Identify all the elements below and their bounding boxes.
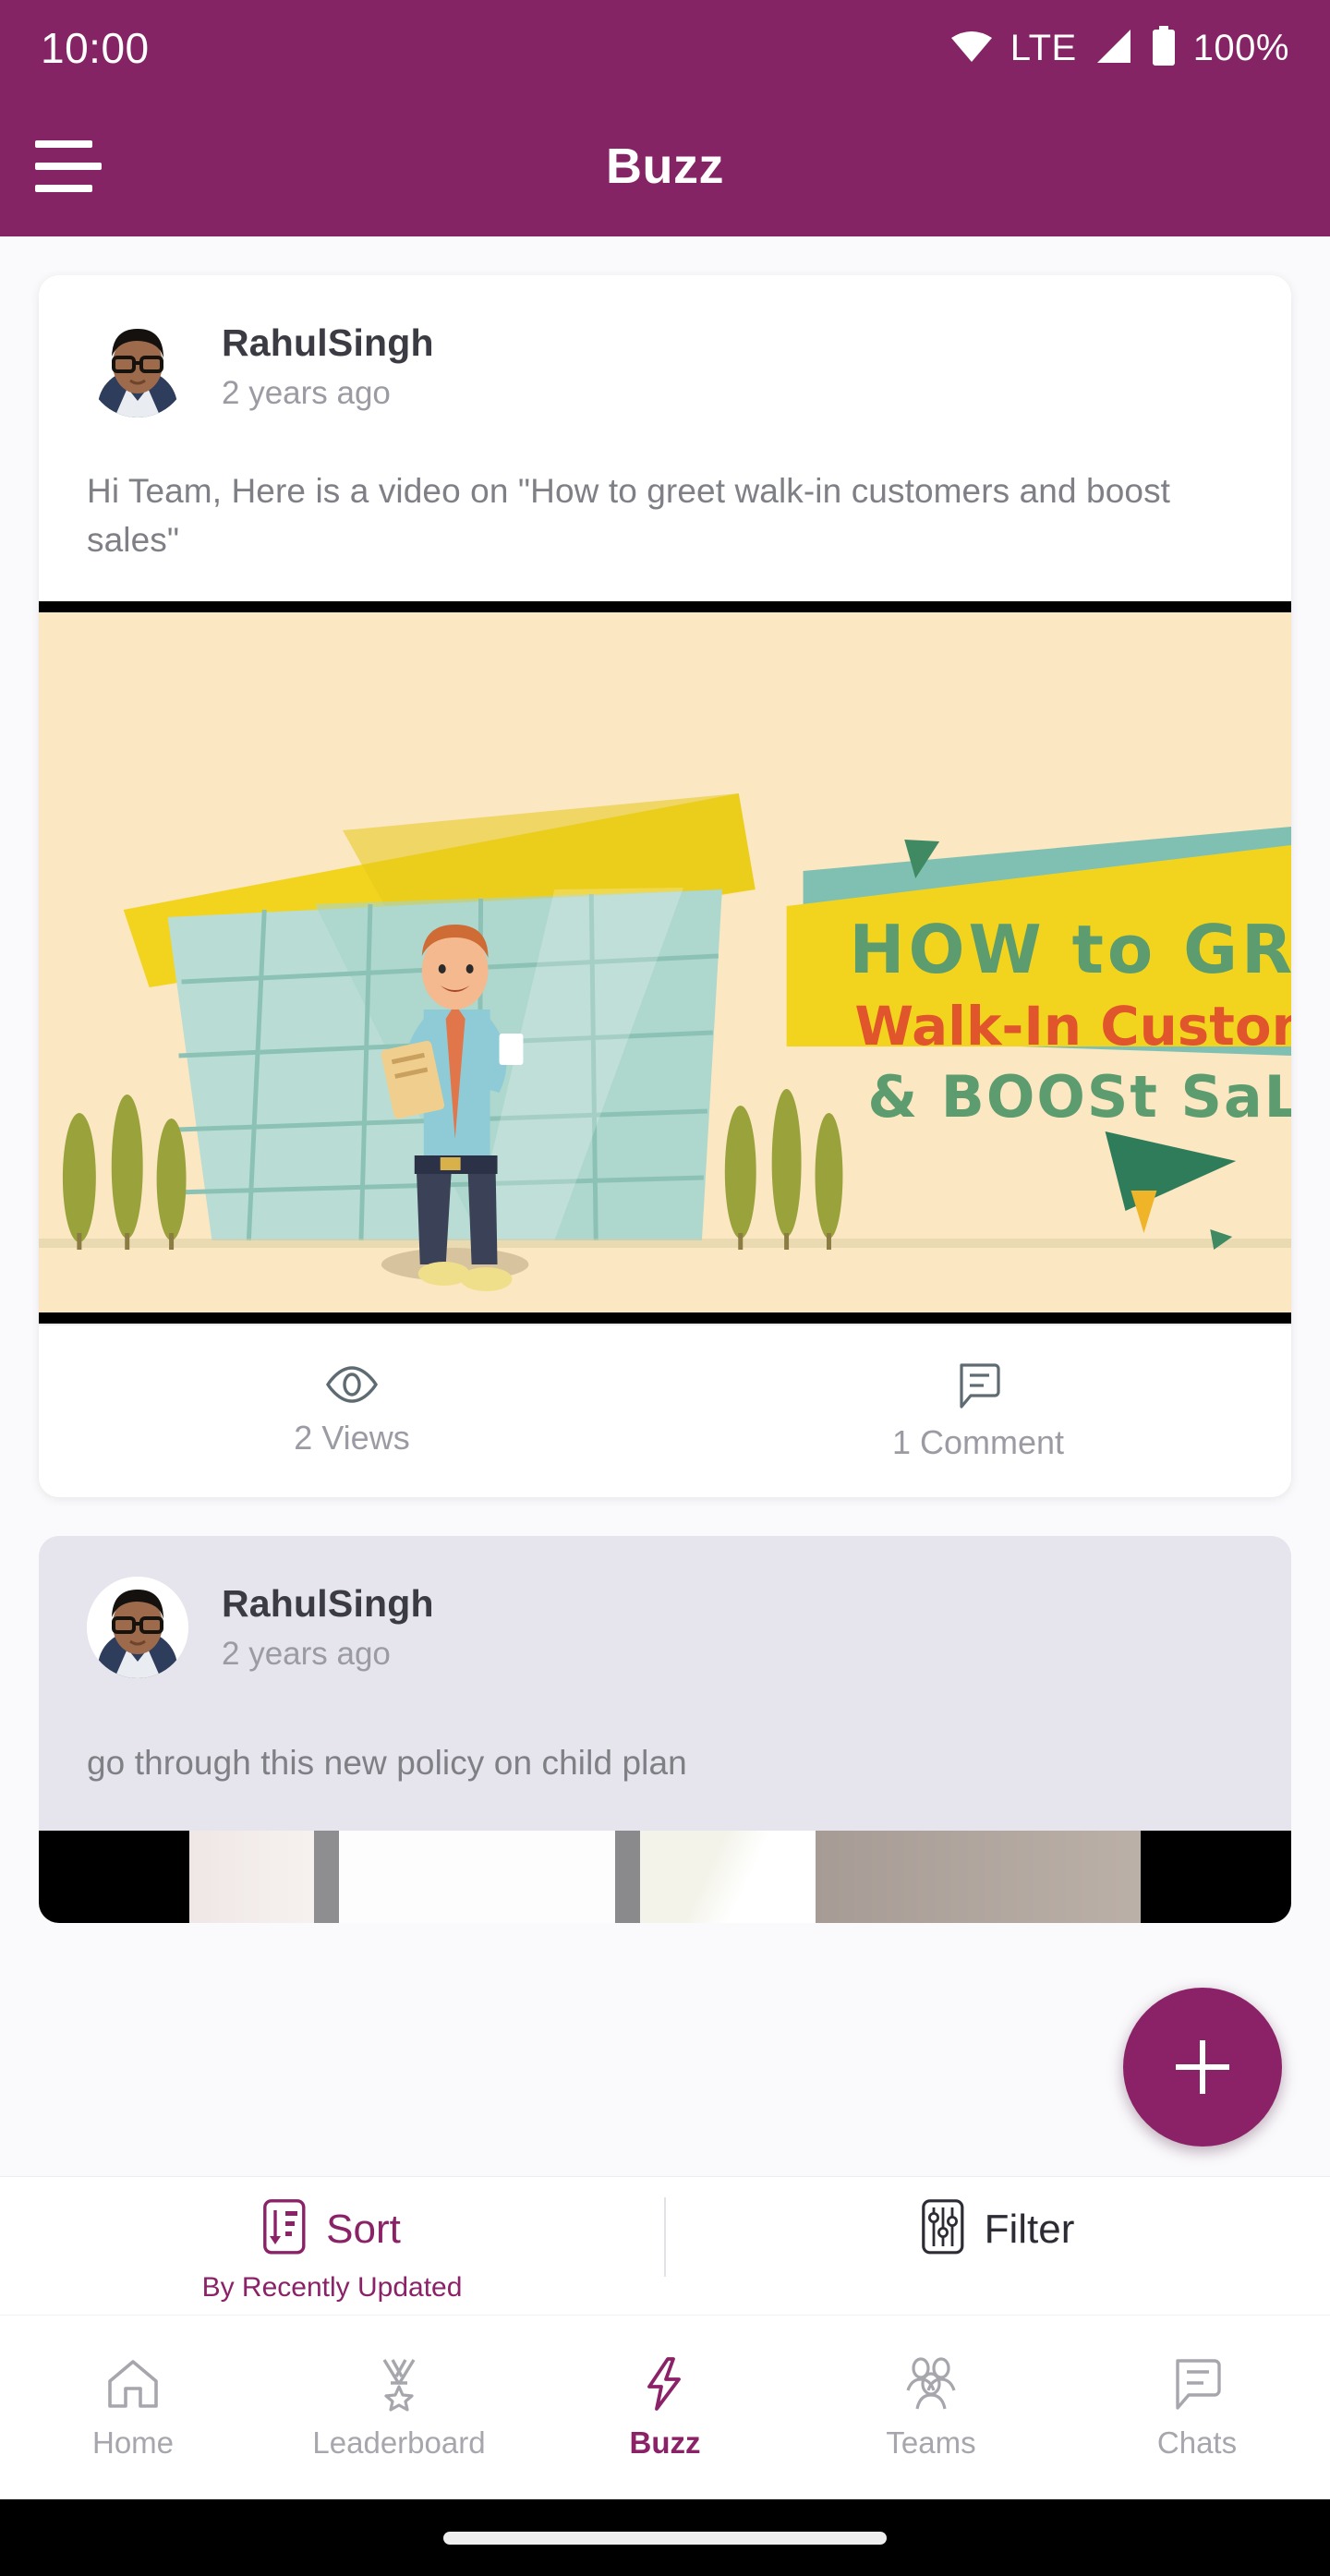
nav-label-buzz: Buzz [629,2425,701,2460]
post-body-text: Hi Team, Here is a video on "How to gree… [87,472,1171,559]
signal-icon [1094,28,1134,69]
sort-row: Sort [263,2199,401,2259]
sort-icon [263,2199,306,2259]
sort-filter-bar: Sort By Recently Updated Filter [0,2176,1330,2315]
battery-percent-label: 100% [1192,27,1289,68]
video-title-line-3: & BOOSt SaLES [867,1064,1291,1131]
video-thumbnail[interactable]: HOW to GREEt Walk-In Customers & BOOSt S… [39,601,1291,1324]
medal-icon [370,2355,428,2413]
nav-label-teams: Teams [886,2425,976,2460]
post-meta: RahulSingh 2 years ago [222,321,434,412]
post-image-preview[interactable] [39,1830,1291,1923]
create-post-fab[interactable] [1123,1988,1282,2147]
battery-icon [1151,25,1177,71]
video-title-line-1: HOW to GREEt [849,911,1291,988]
filter-label: Filter [984,2206,1075,2252]
filter-row: Filter [921,2199,1075,2259]
page-title: Buzz [606,139,724,194]
views-label: 2 Views [294,1419,410,1457]
post-meta: RahulSingh 2 years ago [222,1582,434,1673]
hamburger-menu-icon[interactable] [35,137,102,196]
post-author: RahulSingh [222,1582,434,1626]
video-poster-image: HOW to GREEt Walk-In Customers & BOOSt S… [39,612,1291,1313]
phone-screen: 10:00 LTE 100% Buzz RahulSingh 2 years a… [0,0,1330,2576]
filter-button[interactable]: Filter [666,2177,1330,2259]
status-clock: 10:00 [41,24,150,72]
status-indicators: LTE 100% [949,25,1289,71]
video-letterbox-bottom [39,1312,1291,1324]
post-card[interactable]: RahulSingh 2 years ago Hi Team, Here is … [39,275,1291,1498]
nav-item-leaderboard[interactable]: Leaderboard [266,2316,532,2499]
nav-item-home[interactable]: Home [0,2316,266,2499]
sort-button[interactable]: Sort By Recently Updated [0,2177,664,2304]
post-header: RahulSingh 2 years ago [39,1536,1291,1679]
comment-icon [954,1361,1002,1409]
status-bar: 10:00 LTE 100% [0,0,1330,96]
video-title-line-2: Walk-In Customers [854,995,1291,1058]
wifi-icon [949,29,994,68]
nav-item-chats[interactable]: Chats [1064,2316,1330,2499]
people-icon [902,2355,960,2413]
buzz-feed[interactable]: RahulSingh 2 years ago Hi Team, Here is … [0,236,1330,2176]
nav-item-buzz[interactable]: Buzz [532,2316,798,2499]
avatar[interactable] [87,1577,188,1679]
avatar[interactable] [87,316,188,417]
bottom-navigation: Home Leaderboard Buzz Teams Chats [0,2315,1330,2499]
nav-label-chats: Chats [1156,2425,1238,2460]
post-timestamp: 2 years ago [222,375,391,411]
home-icon [104,2355,162,2413]
post-author: RahulSingh [222,321,434,364]
system-gesture-bar [0,2499,1330,2576]
comments-label: 1 Comment [891,1423,1065,1462]
comments-stat[interactable]: 1 Comment [665,1361,1291,1462]
sort-label: Sort [326,2206,401,2252]
app-bar: Buzz [0,96,1330,236]
nav-item-teams[interactable]: Teams [798,2316,1064,2499]
video-letterbox-top [39,601,1291,613]
eye-icon [325,1365,379,1404]
post-stats-row: 2 Views 1 Comment [39,1324,1291,1498]
views-stat[interactable]: 2 Views [39,1365,665,1457]
post-card[interactable]: RahulSingh 2 years ago go through this n… [39,1536,1291,1923]
nav-label-home: Home [91,2425,175,2460]
filter-sliders-icon [921,2199,964,2259]
sort-sublabel: By Recently Updated [201,2272,463,2303]
network-type-label: LTE [1010,27,1077,68]
home-indicator[interactable] [443,2531,887,2545]
chat-bubble-icon [1168,2355,1226,2413]
post-timestamp: 2 years ago [222,1636,391,1673]
post-header: RahulSingh 2 years ago [39,275,1291,417]
lightning-icon [636,2355,694,2413]
nav-label-leaderboard: Leaderboard [312,2425,486,2460]
post-body-text: go through this new policy on child plan [87,1744,687,1783]
plus-icon [1168,2033,1237,2101]
